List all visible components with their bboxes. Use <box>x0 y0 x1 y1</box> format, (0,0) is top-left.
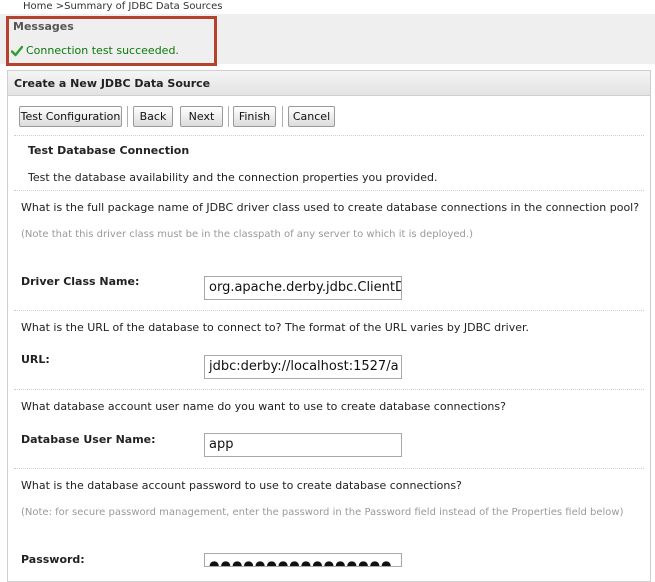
user-name-label: Database User Name: <box>21 433 156 446</box>
divider <box>14 468 644 469</box>
cancel-button[interactable]: Cancel <box>288 106 335 127</box>
panel-title: Create a New JDBC Data Source <box>14 77 211 90</box>
section-title: Test Database Connection <box>28 144 190 157</box>
url-label: URL: <box>21 353 50 366</box>
finish-button[interactable]: Finish <box>233 106 276 127</box>
driver-question: What is the full package name of JDBC dr… <box>21 201 640 214</box>
driver-class-field[interactable]: org.apache.derby.jdbc.ClientDriver <box>204 276 402 300</box>
divider <box>14 389 644 390</box>
next-button[interactable]: Next <box>180 106 223 127</box>
url-question: What is the URL of the database to conne… <box>21 321 529 334</box>
driver-note: (Note that this driver class must be in … <box>21 229 473 240</box>
password-question: What is the database account password to… <box>21 479 462 492</box>
section-description: Test the database availability and the c… <box>28 171 438 184</box>
password-label: Password: <box>21 553 85 566</box>
breadcrumb-current-link[interactable]: Summary of JDBC Data Sources <box>64 1 222 12</box>
test-configuration-button[interactable]: Test Configuration <box>19 106 122 127</box>
password-field[interactable]: ●●●●●●●●●●●●●●●● <box>204 553 402 567</box>
breadcrumb-separator: > <box>52 1 65 12</box>
message-success: Connection test succeeded. <box>26 44 179 57</box>
breadcrumb-home-link[interactable]: Home <box>23 1 53 12</box>
password-note: (Note: for secure password management, e… <box>21 507 624 518</box>
panel-header: Create a New JDBC Data Source <box>8 71 650 96</box>
toolbar-separator <box>228 106 229 127</box>
user-question: What database account user name do you w… <box>21 400 506 413</box>
user-name-field[interactable]: app <box>204 433 402 457</box>
divider <box>14 135 644 136</box>
messages-title: Messages <box>13 20 74 33</box>
check-icon <box>11 45 23 57</box>
driver-class-label: Driver Class Name: <box>21 275 140 288</box>
back-button[interactable]: Back <box>133 106 173 127</box>
url-field[interactable]: jdbc:derby://localhost:1527/a <box>204 355 402 379</box>
toolbar-separator <box>282 106 283 127</box>
breadcrumb: Home >Summary of JDBC Data Sources <box>23 1 223 12</box>
divider <box>14 310 644 311</box>
divider <box>14 190 644 191</box>
toolbar-separator <box>127 106 128 127</box>
